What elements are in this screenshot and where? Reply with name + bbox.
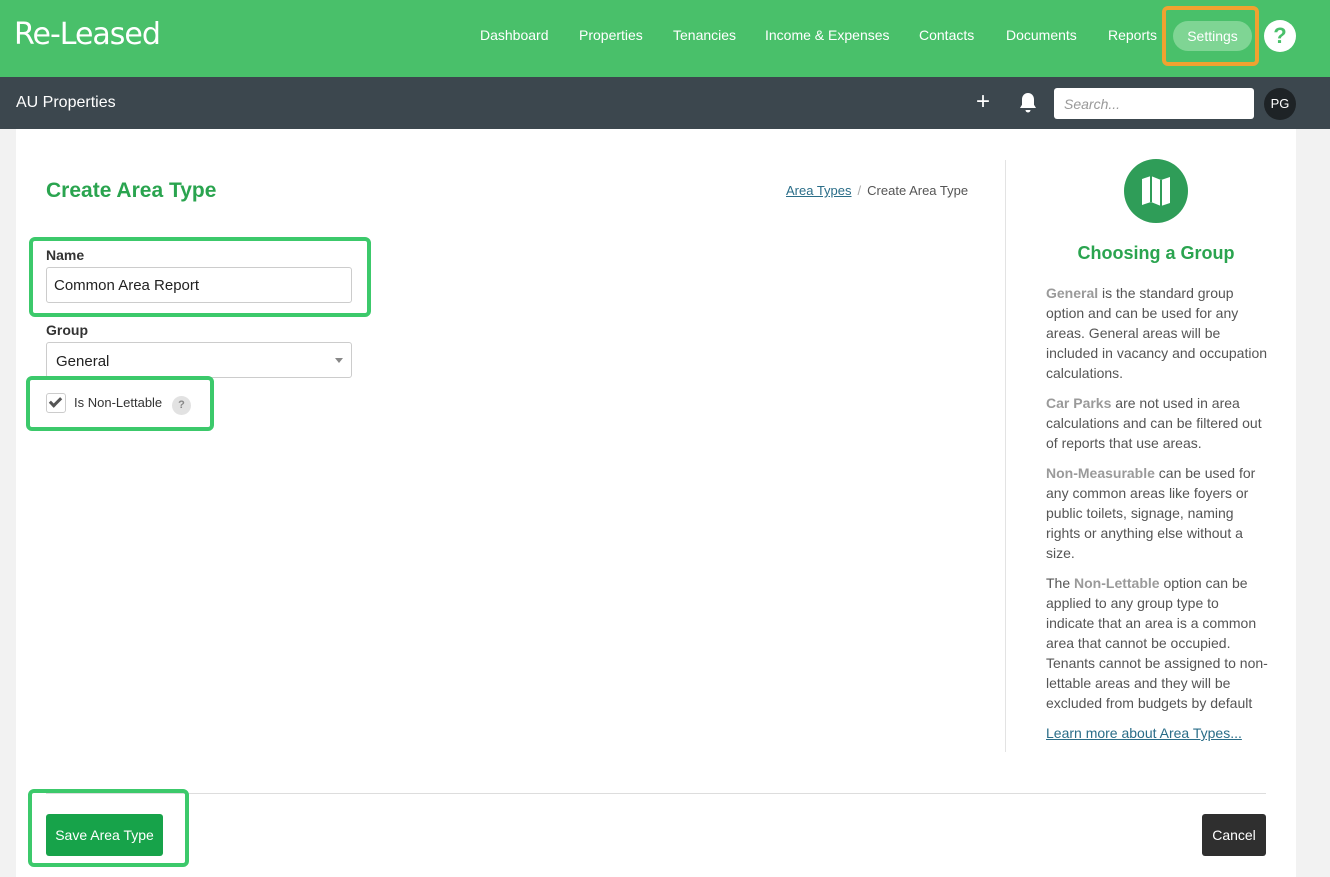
chevron-down-icon bbox=[335, 358, 343, 363]
breadcrumb: Area Types / Create Area Type bbox=[786, 183, 968, 198]
breadcrumb-current: Create Area Type bbox=[867, 183, 969, 198]
help-paragraph-non-measurable: Non-Measurable can be used for any commo… bbox=[1046, 463, 1268, 563]
map-icon bbox=[1124, 159, 1188, 223]
context-bar: AU Properties + PG bbox=[0, 77, 1330, 129]
side-heading: Choosing a Group bbox=[1077, 243, 1235, 263]
nav-contacts[interactable]: Contacts bbox=[919, 27, 974, 43]
nav-reports[interactable]: Reports bbox=[1108, 27, 1157, 43]
cancel-button[interactable]: Cancel bbox=[1202, 814, 1266, 856]
checkmark-icon bbox=[48, 394, 63, 408]
nav-dashboard[interactable]: Dashboard bbox=[480, 27, 549, 43]
top-navigation: Re-Leased Dashboard Properties Tenancies… bbox=[0, 0, 1330, 77]
logo: Re-Leased bbox=[14, 17, 161, 52]
search-input[interactable] bbox=[1054, 88, 1254, 119]
breadcrumb-separator: / bbox=[857, 183, 862, 198]
map-icon-glyph bbox=[1142, 176, 1170, 206]
name-field[interactable] bbox=[46, 267, 352, 303]
bell-icon[interactable] bbox=[1017, 91, 1039, 115]
page-title: Create Area Type bbox=[46, 179, 217, 202]
group-select[interactable]: General bbox=[46, 342, 352, 378]
help-text-non-lettable: option can be applied to any group type … bbox=[1046, 575, 1268, 711]
term-general: General bbox=[1046, 285, 1099, 301]
divider bbox=[46, 793, 1266, 794]
help-icon[interactable]: ? bbox=[1264, 20, 1296, 52]
term-car-parks: Car Parks bbox=[1046, 395, 1112, 411]
term-non-lettable: Non-Lettable bbox=[1074, 575, 1160, 591]
save-area-type-button[interactable]: Save Area Type bbox=[46, 814, 163, 856]
group-select-value: General bbox=[56, 353, 110, 370]
non-lettable-checkbox[interactable] bbox=[46, 393, 66, 413]
breadcrumb-link-area-types[interactable]: Area Types bbox=[786, 183, 852, 198]
side-divider bbox=[1005, 160, 1006, 752]
non-lettable-label: Is Non-Lettable bbox=[74, 395, 163, 410]
nav-tenancies[interactable]: Tenancies bbox=[673, 27, 736, 43]
help-paragraph-car-parks: Car Parks are not used in area calculati… bbox=[1046, 393, 1268, 453]
avatar[interactable]: PG bbox=[1264, 88, 1296, 120]
account-name: AU Properties bbox=[16, 94, 116, 111]
nav-properties[interactable]: Properties bbox=[579, 27, 643, 43]
name-label: Name bbox=[46, 247, 85, 263]
term-non-measurable: Non-Measurable bbox=[1046, 465, 1155, 481]
nav-documents[interactable]: Documents bbox=[1006, 27, 1077, 43]
learn-more-link[interactable]: Learn more about Area Types... bbox=[1046, 725, 1242, 741]
help-hint-icon[interactable]: ? bbox=[172, 396, 191, 415]
help-text-non-lettable-prefix: The bbox=[1046, 575, 1075, 591]
nav-income-expenses[interactable]: Income & Expenses bbox=[765, 27, 890, 43]
help-paragraph-non-lettable: The Non-Lettable option can be applied t… bbox=[1046, 573, 1268, 713]
group-label: Group bbox=[46, 322, 88, 338]
help-paragraph-general: General is the standard group option and… bbox=[1046, 283, 1268, 383]
add-icon[interactable]: + bbox=[976, 90, 990, 114]
settings-highlight-box bbox=[1162, 6, 1259, 66]
